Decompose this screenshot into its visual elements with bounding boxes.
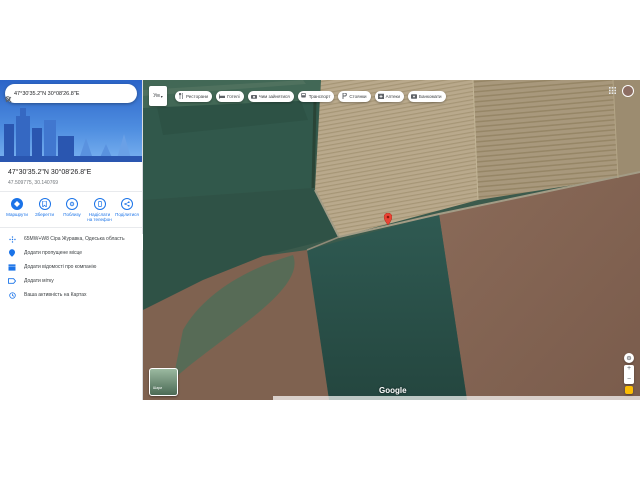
satellite-imagery [143,80,640,400]
layers-label: Шари [153,386,163,390]
chip-restaurants[interactable]: Ресторани [175,90,213,102]
chevron-down-icon: ▾ [160,93,163,99]
chip-label: Ресторани [186,93,209,99]
camera-icon [250,93,257,99]
directions-button[interactable]: Маршрути [4,198,30,222]
maps-activity-row[interactable]: Ваша активність на Картах [8,291,87,299]
chip-things-to-do[interactable]: Чим зайнятися [247,90,294,102]
add-place-text: Додати пропущене місце [24,250,83,256]
chip-pharmacies[interactable]: Аптеки [374,90,404,102]
map-toolbar: Ум ▾ Ресторани Готелі Чим зайнятися Транс… [149,86,450,106]
chip-label: Стоянки [349,93,367,99]
zoom-out-button[interactable]: − [627,376,631,384]
place-hero-image[interactable]: 47°30'35.2"N 30°08'26.8"E [0,80,142,162]
nearby-button[interactable]: Поблизу [59,198,85,222]
language-label: Ум [153,93,160,99]
add-label-text: Додати мітку [24,278,54,284]
place-panel: 47°30'35.2"N 30°08'26.8"E 47°30'35.2"N 3… [0,80,143,400]
add-place-icon [8,249,16,257]
chip-atms[interactable]: Банкомати [408,90,446,102]
plus-code-row[interactable]: 65MW+W8 Сіра Журавка, Одеська область [8,235,125,243]
my-location-button[interactable] [624,353,634,363]
save-label: Зберегти [35,212,54,217]
street-view-pegman-icon[interactable] [625,386,633,394]
share-button[interactable]: Поділитися [114,198,140,222]
satellite-map[interactable]: Ум ▾ Ресторани Готелі Чим зайнятися Транс… [143,80,640,400]
chip-transit[interactable]: Транспорт [297,90,335,102]
phone-icon [93,198,106,210]
chip-label: Банкомати [419,93,442,99]
apps-grid-icon[interactable] [609,87,616,94]
zoom-control: + − [624,365,634,384]
add-label-row[interactable]: Додати мітку [8,277,54,285]
language-layer-button[interactable]: Ум ▾ [149,86,167,106]
atm-icon [411,93,417,99]
transit-icon [301,93,307,99]
send-to-phone-label: Надіслати на телефон [87,212,112,222]
chip-hotels[interactable]: Готелі [216,90,244,102]
plus-code-icon [8,235,16,243]
search-input[interactable]: 47°30'35.2"N 30°08'26.8"E [14,91,105,97]
send-to-phone-button[interactable]: Надіслати на телефон [87,198,113,222]
my-location-icon [626,355,632,361]
maps-activity-text: Ваша активність на Картах [24,292,87,298]
zoom-in-button[interactable]: + [627,365,631,373]
directions-icon [11,198,23,210]
close-icon[interactable] [5,89,131,103]
parking-icon [341,93,347,99]
location-pin-icon[interactable] [384,213,392,225]
divider [0,227,142,228]
layers-switcher[interactable] [149,368,178,396]
chip-label: Чим зайнятися [258,93,290,99]
city-illustration [0,108,142,162]
place-coordinates: 47.509775, 30.140769 [8,180,59,186]
chip-label: Аптеки [385,93,400,99]
restaurant-icon [178,93,184,99]
business-icon [8,263,16,271]
map-footer [273,396,640,400]
history-icon [8,291,16,299]
add-missing-place-row[interactable]: Додати пропущене місце [8,249,82,257]
share-icon [121,198,133,210]
search-icon[interactable] [5,89,115,103]
chip-label: Транспорт [308,93,331,99]
add-business-text: Додати відомості про компанію [24,264,97,270]
maps-app: 47°30'35.2"N 30°08'26.8"E 47°30'35.2"N 3… [0,80,640,400]
divider [0,191,142,192]
action-bar: Маршрути Зберегти Поблизу Надіслати на т… [4,198,140,222]
nearby-label: Поблизу [63,212,81,217]
place-title: 47°30'35.2"N 30°08'26.8"E [8,169,92,176]
chip-label: Готелі [227,93,240,99]
account-avatar[interactable] [622,85,634,97]
directions-label: Маршрути [6,212,28,217]
google-logo: Google [379,386,407,395]
save-button[interactable]: Зберегти [32,198,58,222]
chip-parking[interactable]: Стоянки [338,90,371,102]
label-icon [8,277,16,285]
nearby-icon [66,198,78,210]
hotel-icon [219,93,226,99]
search-box[interactable]: 47°30'35.2"N 30°08'26.8"E [5,84,137,103]
plus-code-text: 65MW+W8 Сіра Журавка, Одеська область [24,236,125,242]
add-business-row[interactable]: Додати відомості про компанію [8,263,96,271]
share-label: Поділитися [115,212,139,217]
pharmacy-icon [377,93,384,99]
bookmark-icon [38,198,51,210]
